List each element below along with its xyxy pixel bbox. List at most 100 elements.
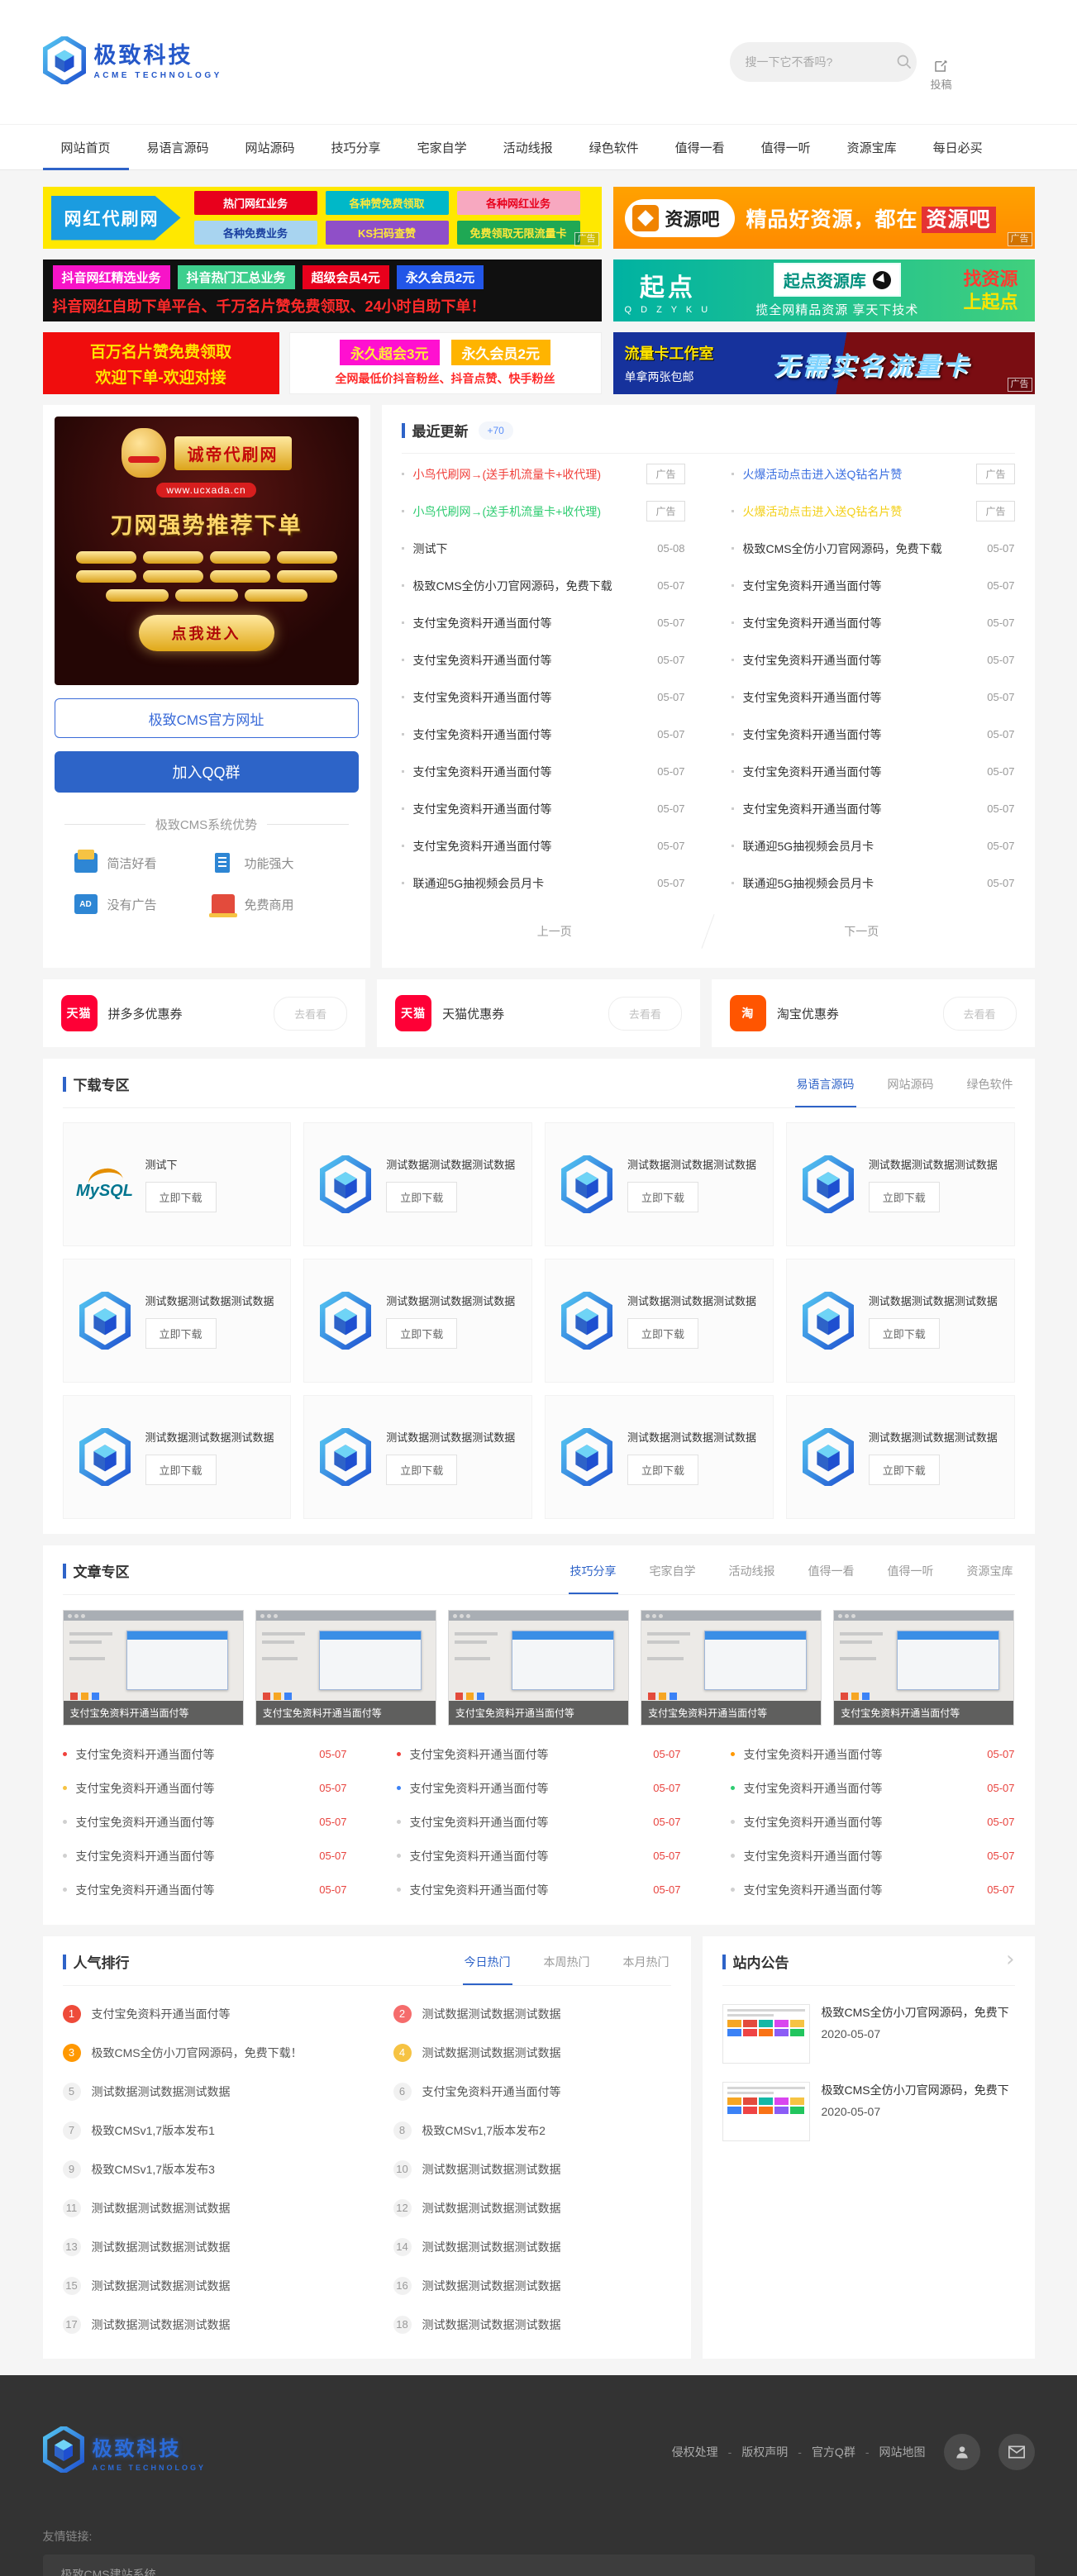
download-item-title[interactable]: 测试数据测试数据测试数据 (869, 1293, 1003, 1311)
download-item-title[interactable]: 测试数据测试数据测试数据 (627, 1429, 762, 1447)
recent-item-link[interactable]: 支付宝免资料开通当面付等 (743, 689, 978, 706)
ranking-item-link[interactable]: 测试数据测试数据测试数据 (422, 2239, 561, 2255)
recent-item-link[interactable]: 小鸟代刷网→(送手机流量卡+收代理) (413, 466, 637, 483)
article-item-link[interactable]: 支付宝免资料开通当面付等 (410, 1882, 646, 1898)
recent-item-link[interactable]: 极致CMS全仿小刀官网源码，免费下载 (743, 540, 978, 557)
article-item-link[interactable]: 支付宝免资料开通当面付等 (76, 1814, 312, 1831)
download-item-title[interactable]: 测试数据测试数据测试数据 (386, 1293, 521, 1311)
ad-banner-qidian[interactable]: 起点 Q D Z Y K U 起点资源库 揽全网精品资源 享天下技术 找资源 上… (613, 260, 1035, 321)
article-tab[interactable]: 资源宝库 (965, 1560, 1015, 1593)
ranking-item-link[interactable]: 测试数据测试数据测试数据 (422, 2278, 561, 2294)
coupon-go-button[interactable]: 去看看 (608, 997, 682, 1031)
recent-item-link[interactable]: 支付宝免资料开通当面付等 (413, 726, 648, 743)
recent-item-link[interactable]: 支付宝免资料开通当面付等 (743, 764, 978, 780)
article-tab[interactable]: 值得一听 (886, 1560, 936, 1593)
footer-link[interactable]: 网站地图 (879, 2444, 926, 2460)
download-tab[interactable]: 绿色软件 (965, 1074, 1015, 1107)
sidebar-promo-ad[interactable]: 诚帝代刷网 www.ucxada.cn 刀网强势推荐下单 点我进入 (55, 417, 359, 685)
recent-item-link[interactable]: 支付宝免资料开通当面付等 (743, 578, 978, 594)
download-item-title[interactable]: 测试数据测试数据测试数据 (145, 1429, 280, 1447)
nav-item[interactable]: 网站源码 (227, 125, 313, 169)
article-item-link[interactable]: 支付宝免资料开通当面付等 (744, 1814, 979, 1831)
download-now-button[interactable]: 立即下载 (627, 1182, 698, 1212)
ranking-item-link[interactable]: 测试数据测试数据测试数据 (92, 2316, 231, 2333)
coupon-card[interactable]: 淘 淘宝优惠券 去看看 (712, 979, 1035, 1047)
article-card[interactable]: 支付宝免资料开通当面付等 (641, 1610, 822, 1726)
article-card[interactable]: 支付宝免资料开通当面付等 (255, 1610, 436, 1726)
download-item-title[interactable]: 测试数据测试数据测试数据 (386, 1429, 521, 1447)
recent-item-link[interactable]: 支付宝免资料开通当面付等 (743, 801, 978, 817)
site-logo[interactable]: 极致科技 ACME TECHNOLOGY (43, 36, 222, 88)
ad-banner-mingpianzan[interactable]: 百万名片赞免费领取 欢迎下单-欢迎对接 (43, 332, 279, 394)
ranking-item-link[interactable]: 测试数据测试数据测试数据 (422, 2200, 561, 2217)
download-now-button[interactable]: 立即下载 (869, 1318, 940, 1349)
ranking-tab[interactable]: 本周热门 (542, 1951, 592, 1984)
footer-link[interactable]: 版权声明 (741, 2444, 812, 2460)
article-card[interactable]: 支付宝免资料开通当面付等 (448, 1610, 629, 1726)
footer-link[interactable]: 侵权处理 (672, 2444, 742, 2460)
article-card[interactable]: 支付宝免资料开通当面付等 (63, 1610, 244, 1726)
download-now-button[interactable]: 立即下载 (627, 1318, 698, 1349)
recent-item-link[interactable]: 联通迎5G抽视频会员月卡 (743, 838, 978, 855)
recent-item-link[interactable]: 联通迎5G抽视频会员月卡 (743, 875, 978, 892)
prev-page-button[interactable]: 上一页 (402, 923, 708, 940)
footer-link[interactable]: 官方Q群 (812, 2444, 879, 2460)
article-item-link[interactable]: 支付宝免资料开通当面付等 (744, 1882, 979, 1898)
ranking-item-link[interactable]: 测试数据测试数据测试数据 (92, 2278, 231, 2294)
download-now-button[interactable]: 立即下载 (627, 1455, 698, 1485)
download-item-title[interactable]: 测试数据测试数据测试数据 (869, 1156, 1003, 1174)
nav-item[interactable]: 活动线报 (485, 125, 571, 169)
friend-link[interactable]: 极致CMS建站系统 (61, 2566, 156, 2576)
chevron-right-icon[interactable]: › (1006, 1951, 1014, 1968)
download-now-button[interactable]: 立即下载 (386, 1455, 457, 1485)
recent-item-link[interactable]: 支付宝免资料开通当面付等 (743, 652, 978, 669)
ranking-tab[interactable]: 本月热门 (622, 1951, 671, 1984)
article-item-link[interactable]: 支付宝免资料开通当面付等 (744, 1746, 979, 1763)
download-now-button[interactable]: 立即下载 (869, 1455, 940, 1485)
recent-item-link[interactable]: 支付宝免资料开通当面付等 (413, 652, 648, 669)
recent-item-link[interactable]: 联通迎5G抽视频会员月卡 (413, 875, 648, 892)
article-item-link[interactable]: 支付宝免资料开通当面付等 (76, 1746, 312, 1763)
article-item-link[interactable]: 支付宝免资料开通当面付等 (76, 1882, 312, 1898)
recent-item-link[interactable]: 支付宝免资料开通当面付等 (743, 726, 978, 743)
article-card[interactable]: 支付宝免资料开通当面付等 (833, 1610, 1014, 1726)
article-item-link[interactable]: 支付宝免资料开通当面付等 (744, 1848, 979, 1864)
official-site-button[interactable]: 极致CMS官方网址 (55, 698, 359, 738)
ranking-item-link[interactable]: 支付宝免资料开通当面付等 (92, 2006, 231, 2022)
ranking-item-link[interactable]: 极致CMSv1,7版本发布1 (92, 2122, 215, 2139)
nav-item[interactable]: 值得一看 (657, 125, 743, 169)
article-item-link[interactable]: 支付宝免资料开通当面付等 (76, 1848, 312, 1864)
article-tab[interactable]: 值得一看 (807, 1560, 856, 1593)
download-now-button[interactable]: 立即下载 (145, 1455, 217, 1485)
coupon-card[interactable]: 天猫 天猫优惠券 去看看 (377, 979, 700, 1047)
article-item-link[interactable]: 支付宝免资料开通当面付等 (410, 1814, 646, 1831)
ad-banner-ziyuanba[interactable]: 资源吧 精品好资源，都在资源吧 广告 (613, 187, 1035, 249)
recent-item-link[interactable]: 支付宝免资料开通当面付等 (413, 764, 648, 780)
coupon-card[interactable]: 天猫 拼多多优惠券 去看看 (43, 979, 366, 1047)
ranking-item-link[interactable]: 测试数据测试数据测试数据 (422, 2006, 561, 2022)
recent-item-link[interactable]: 火爆活动点击进入送Q钻名片赞 (743, 466, 967, 483)
ranking-item-link[interactable]: 测试数据测试数据测试数据 (92, 2200, 231, 2217)
ranking-item-link[interactable]: 极致CMSv1,7版本发布2 (422, 2122, 546, 2139)
recent-item-link[interactable]: 支付宝免资料开通当面付等 (743, 615, 978, 631)
download-now-button[interactable]: 立即下载 (145, 1182, 217, 1212)
join-qq-group-button[interactable]: 加入QQ群 (55, 751, 359, 793)
article-item-link[interactable]: 支付宝免资料开通当面付等 (410, 1848, 646, 1864)
search-icon[interactable] (896, 54, 913, 70)
nav-item[interactable]: 值得一听 (743, 125, 829, 169)
download-tab[interactable]: 易语言源码 (795, 1074, 856, 1107)
recent-item-link[interactable]: 支付宝免资料开通当面付等 (413, 838, 648, 855)
download-item-title[interactable]: 测试数据测试数据测试数据 (869, 1429, 1003, 1447)
article-item-link[interactable]: 支付宝免资料开通当面付等 (744, 1780, 979, 1797)
recent-item-link[interactable]: 极致CMS全仿小刀官网源码，免费下载 (413, 578, 648, 594)
nav-item[interactable]: 技巧分享 (313, 125, 399, 169)
article-item-link[interactable]: 支付宝免资料开通当面付等 (410, 1746, 646, 1763)
ad-banner-liuliangka[interactable]: 流量卡工作室 单拿两张包邮 无需实名流量卡 广告 (613, 332, 1035, 394)
user-icon[interactable] (944, 2434, 980, 2470)
download-item-title[interactable]: 测试数据测试数据测试数据 (386, 1156, 521, 1174)
download-now-button[interactable]: 立即下载 (869, 1182, 940, 1212)
download-now-button[interactable]: 立即下载 (386, 1318, 457, 1349)
recent-item-link[interactable]: 支付宝免资料开通当面付等 (413, 801, 648, 817)
nav-item[interactable]: 每日必买 (915, 125, 1001, 169)
ranking-tab[interactable]: 今日热门 (463, 1951, 512, 1984)
